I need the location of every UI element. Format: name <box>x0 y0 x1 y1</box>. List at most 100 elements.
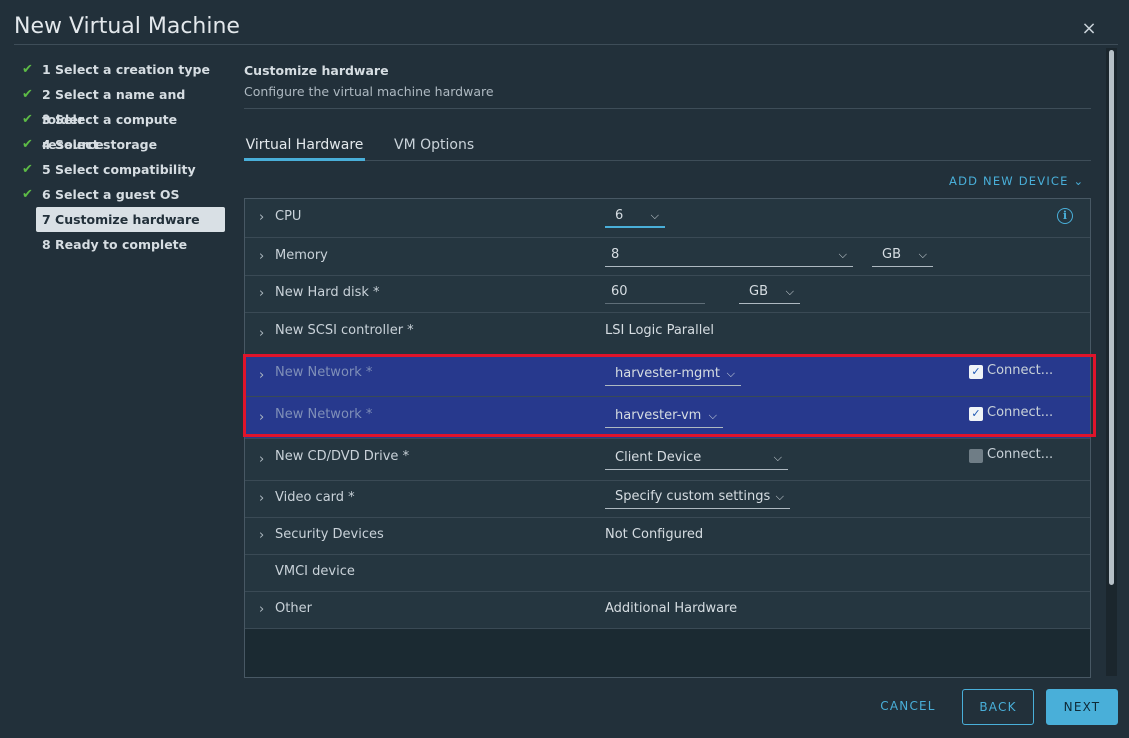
cpu-value: 6 <box>615 208 624 223</box>
security-value: Not Configured <box>605 527 704 542</box>
video-select[interactable]: Specify custom settings ⌵ <box>605 487 790 509</box>
chevron-down-icon: ⌄ <box>1073 174 1085 188</box>
cdrom-label: New CD/DVD Drive * <box>275 449 410 464</box>
step-label: 4 Select storage <box>42 137 158 152</box>
disk-label: New Hard disk * <box>275 285 380 300</box>
network2-select[interactable]: harvester-vm ⌵ <box>605 406 723 428</box>
cpu-select[interactable]: 6 ⌵ <box>605 206 665 228</box>
chevron-down-icon: ⌵ <box>775 490 784 503</box>
network2-connect-label: Connect... <box>987 405 1054 420</box>
chevron-down-icon: ⌵ <box>918 248 927 261</box>
scsi-value: LSI Logic Parallel <box>605 323 714 338</box>
other-label: Other <box>275 601 312 616</box>
memory-input[interactable]: 8 ⌵ <box>605 245 853 267</box>
network1-connect-checkbox[interactable]: ✓ <box>969 365 983 379</box>
row-vmci: VMCI device <box>245 555 1090 592</box>
dialog-title: New Virtual Machine <box>14 14 240 39</box>
header-divider <box>244 108 1091 109</box>
chevron-right-icon[interactable]: › <box>259 602 264 617</box>
vertical-scrollbar[interactable] <box>1106 48 1117 676</box>
memory-unit-select[interactable]: GB ⌵ <box>872 245 933 267</box>
check-icon: ✔ <box>22 112 33 127</box>
network1-label: New Network * <box>275 365 373 380</box>
chevron-down-icon: ⌵ <box>708 409 717 422</box>
network1-value: harvester-mgmt <box>615 366 720 381</box>
step-label: 8 Ready to complete <box>42 237 188 252</box>
next-button[interactable]: NEXT <box>1046 689 1118 725</box>
row-security-devices: › Security Devices Not Configured <box>245 518 1090 555</box>
step-6[interactable]: ✔ 6 Select a guest OS <box>20 182 230 207</box>
tab-virtual-hardware[interactable]: Virtual Hardware <box>244 133 365 161</box>
step-4[interactable]: ✔ 4 Select storage <box>20 132 230 157</box>
step-7[interactable]: 7 Customize hardware <box>36 207 225 232</box>
step-label: 5 Select compatibility <box>42 162 196 177</box>
memory-value: 8 <box>611 247 620 262</box>
step-5[interactable]: ✔ 5 Select compatibility <box>20 157 230 182</box>
network2-connect-checkbox[interactable]: ✓ <box>969 407 983 421</box>
cdrom-connect-checkbox[interactable] <box>969 449 983 463</box>
back-button[interactable]: BACK <box>962 689 1034 725</box>
disk-size-input[interactable]: 60 <box>605 282 705 304</box>
step-8[interactable]: 8 Ready to complete <box>20 232 230 257</box>
cdrom-connect-label: Connect... <box>987 447 1054 462</box>
step-label: 7 Customize hardware <box>42 212 200 227</box>
cpu-label: CPU <box>275 209 302 224</box>
chevron-right-icon[interactable]: › <box>259 368 264 383</box>
row-network-1: › New Network * harvester-mgmt ⌵ ✓ Connec… <box>245 355 1090 397</box>
add-device-label: ADD NEW DEVICE <box>949 174 1069 188</box>
memory-unit: GB <box>882 247 901 262</box>
chevron-right-icon[interactable]: › <box>259 452 264 467</box>
check-icon: ✔ <box>22 187 33 202</box>
vmci-label: VMCI device <box>275 564 355 579</box>
chevron-right-icon[interactable]: › <box>259 286 264 301</box>
disk-unit-select[interactable]: GB ⌵ <box>739 282 800 304</box>
title-divider <box>14 44 1118 45</box>
cancel-button[interactable]: CANCEL <box>866 689 950 725</box>
tab-bar: Virtual Hardware VM Options <box>244 133 1091 161</box>
row-other: › Other Additional Hardware <box>245 592 1090 629</box>
info-icon[interactable]: i <box>1057 208 1073 224</box>
row-cpu: › CPU 6 ⌵ i <box>245 199 1090 238</box>
scsi-label: New SCSI controller * <box>275 323 414 338</box>
row-video-card: › Video card * Specify custom settings ⌵ <box>245 481 1090 518</box>
hardware-grid: › CPU 6 ⌵ i › Memory 8 ⌵ GB ⌵ › New Hard di… <box>244 198 1091 678</box>
row-hard-disk: › New Hard disk * 60 GB ⌵ <box>245 276 1090 313</box>
page-title: Customize hardware <box>244 63 389 78</box>
cdrom-value: Client Device <box>615 450 702 465</box>
disk-value: 60 <box>611 284 628 299</box>
page-subtitle: Configure the virtual machine hardware <box>244 84 494 99</box>
network1-connect-label: Connect... <box>987 363 1054 378</box>
chevron-down-icon: ⌵ <box>650 209 659 222</box>
network2-label: New Network * <box>275 407 373 422</box>
chevron-down-icon: ⌵ <box>773 451 782 464</box>
security-label: Security Devices <box>275 527 384 542</box>
step-label: 6 Select a guest OS <box>42 187 180 202</box>
wizard-steps: ✔ 1 Select a creation type ✔ 2 Select a na… <box>20 57 230 257</box>
chevron-down-icon: ⌵ <box>838 248 847 261</box>
memory-label: Memory <box>275 248 328 263</box>
other-value: Additional Hardware <box>605 601 738 616</box>
tab-vm-options[interactable]: VM Options <box>394 133 474 161</box>
row-memory: › Memory 8 ⌵ GB ⌵ <box>245 238 1090 276</box>
step-1[interactable]: ✔ 1 Select a creation type <box>20 57 230 82</box>
video-label: Video card * <box>275 490 355 505</box>
chevron-right-icon[interactable]: › <box>259 210 264 225</box>
chevron-right-icon[interactable]: › <box>259 410 264 425</box>
close-icon[interactable]: × <box>1080 20 1098 38</box>
chevron-right-icon[interactable]: › <box>259 491 264 506</box>
network1-select[interactable]: harvester-mgmt ⌵ <box>605 364 741 386</box>
row-cdrom: › New CD/DVD Drive * Client Device ⌵ Conn… <box>245 439 1090 481</box>
add-new-device-button[interactable]: ADD NEW DEVICE ⌄ <box>949 174 1084 188</box>
check-icon: ✔ <box>22 87 33 102</box>
chevron-right-icon[interactable]: › <box>259 249 264 264</box>
scrollbar-thumb[interactable] <box>1109 50 1114 585</box>
chevron-right-icon[interactable]: › <box>259 326 264 341</box>
check-icon: ✔ <box>22 62 33 77</box>
cdrom-select[interactable]: Client Device ⌵ <box>605 448 788 470</box>
step-3[interactable]: ✔ 3 Select a compute resource <box>20 107 230 152</box>
row-scsi: › New SCSI controller * LSI Logic Parall… <box>245 313 1090 355</box>
chevron-right-icon[interactable]: › <box>259 528 264 543</box>
row-network-2: › New Network * harvester-vm ⌵ ✓ Connect.… <box>245 397 1090 439</box>
step-2[interactable]: ✔ 2 Select a name and folder <box>20 82 230 127</box>
network2-value: harvester-vm <box>615 408 702 423</box>
